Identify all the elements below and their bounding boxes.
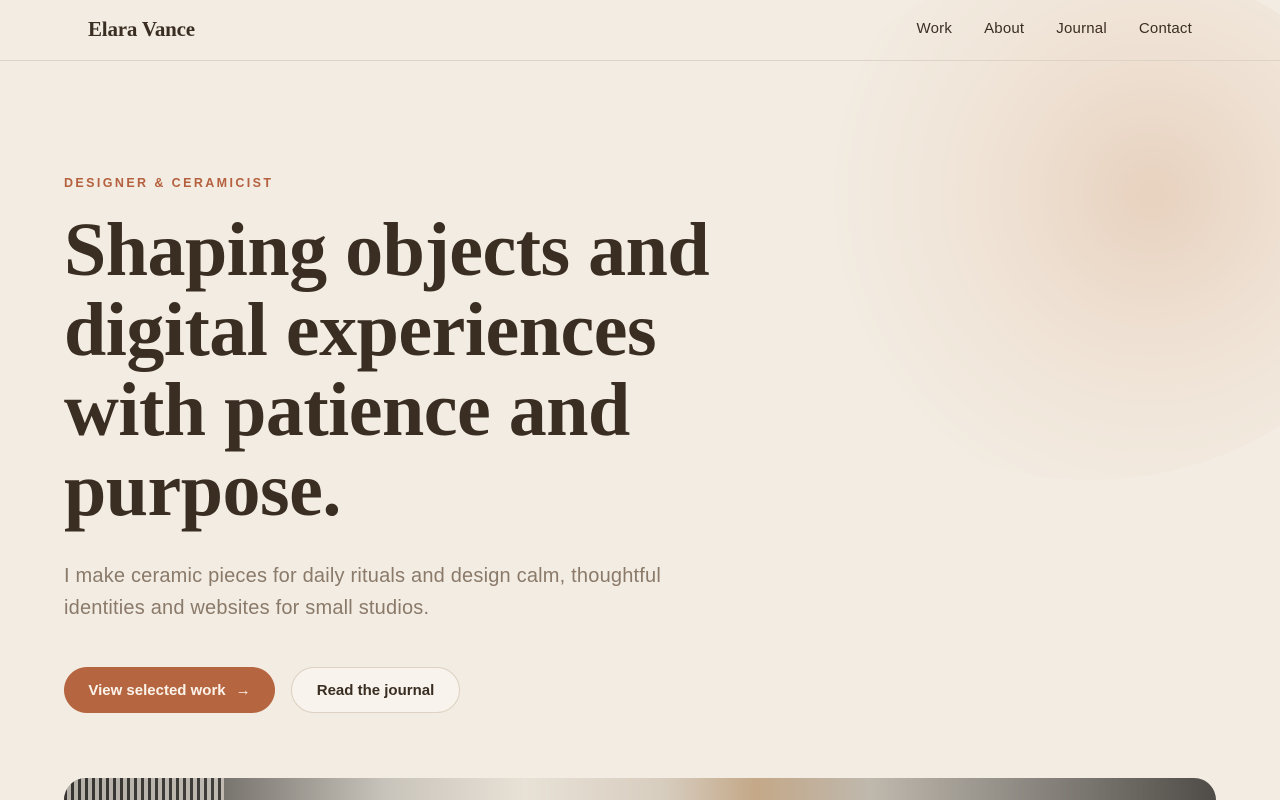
- hero-image-texture: [64, 778, 224, 800]
- background-glow: [780, 0, 1280, 480]
- view-work-button[interactable]: View selected work →: [64, 667, 275, 713]
- nav-work[interactable]: Work: [917, 20, 953, 37]
- site-header: Elara Vance Work About Journal Contact: [0, 0, 1280, 61]
- brand-logo[interactable]: Elara Vance: [88, 17, 195, 42]
- nav-journal[interactable]: Journal: [1056, 20, 1107, 37]
- hero-eyebrow: DESIGNER & CERAMICIST: [64, 176, 274, 190]
- read-journal-button[interactable]: Read the journal: [291, 667, 460, 713]
- hero-title: Shaping objects and digital experiences …: [64, 208, 710, 532]
- nav-contact[interactable]: Contact: [1139, 20, 1192, 37]
- hero-lede: I make ceramic pieces for daily rituals …: [64, 565, 662, 619]
- nav-about[interactable]: About: [984, 20, 1024, 37]
- view-work-label: View selected work: [88, 681, 226, 699]
- arrow-right-icon: →: [235, 681, 251, 699]
- page: Elara Vance Work About Journal Contact D…: [0, 0, 1280, 800]
- read-journal-label: Read the journal: [316, 681, 435, 699]
- main-nav: Work About Journal Contact: [917, 20, 1192, 37]
- hero-image: [64, 778, 1216, 800]
